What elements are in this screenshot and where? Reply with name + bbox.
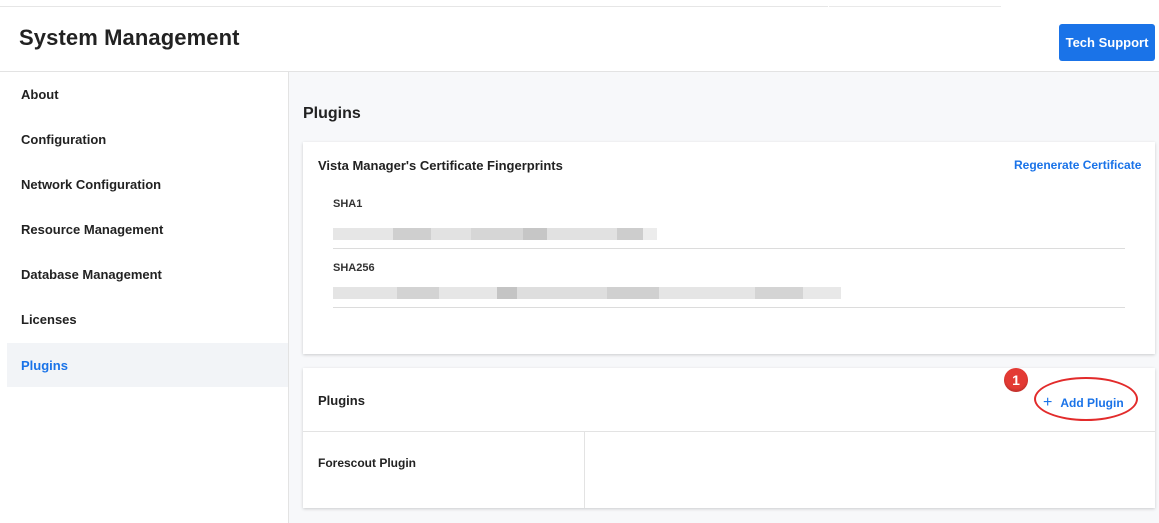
divider [333, 248, 1125, 249]
sidebar-item-plugins[interactable]: Plugins [7, 343, 288, 387]
divider [303, 431, 1155, 432]
page-header: System Management Tech Support [0, 7, 1159, 72]
sha256-value-redacted [333, 287, 841, 299]
regenerate-certificate-link[interactable]: Regenerate Certificate [1014, 158, 1141, 172]
certificate-card-title: Vista Manager's Certificate Fingerprints [318, 158, 563, 173]
plugin-list-item[interactable]: Forescout Plugin [318, 456, 416, 470]
sidebar-item-licenses[interactable]: Licenses [7, 297, 288, 341]
sha1-label: SHA1 [333, 198, 363, 210]
column-divider [584, 432, 585, 508]
page-title: System Management [19, 25, 240, 50]
sha1-value-redacted [333, 228, 657, 240]
divider [333, 307, 1125, 308]
sidebar: About Configuration Network Configuratio… [0, 72, 289, 523]
tech-support-button[interactable]: Tech Support [1059, 24, 1155, 61]
sidebar-item-configuration[interactable]: Configuration [7, 117, 288, 161]
plus-icon: + [1043, 394, 1053, 411]
add-plugin-label: Add Plugin [1060, 396, 1124, 410]
sidebar-item-resource-management[interactable]: Resource Management [7, 207, 288, 251]
add-plugin-button[interactable]: + Add Plugin [1043, 394, 1143, 412]
certificate-card: Vista Manager's Certificate Fingerprints… [303, 142, 1155, 354]
sidebar-item-about[interactable]: About [7, 72, 288, 116]
sha256-label: SHA256 [333, 262, 375, 274]
plugins-card: Plugins + Add Plugin Forescout Plugin [303, 368, 1155, 508]
callout-number-badge: 1 [1004, 368, 1028, 392]
sidebar-item-database-management[interactable]: Database Management [7, 252, 288, 296]
section-heading: Plugins [303, 105, 361, 122]
plugins-card-title: Plugins [318, 393, 365, 408]
sidebar-item-network-configuration[interactable]: Network Configuration [7, 162, 288, 206]
main-content: Plugins Vista Manager's Certificate Fing… [289, 72, 1159, 523]
